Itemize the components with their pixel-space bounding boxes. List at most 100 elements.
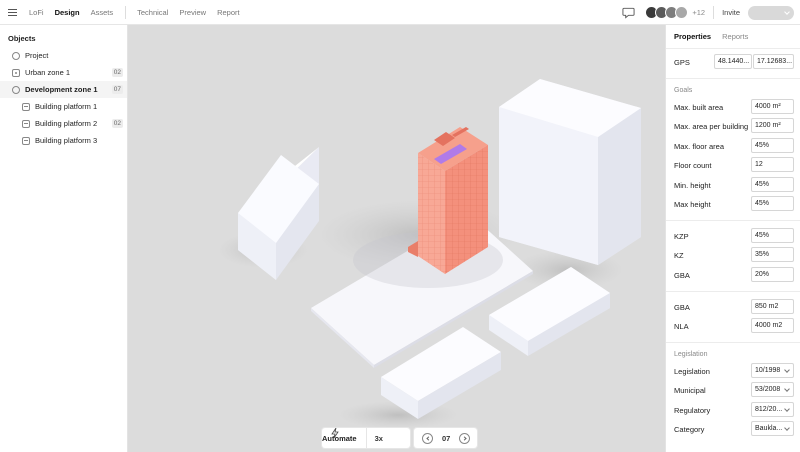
tab-technical[interactable]: Technical: [137, 8, 168, 17]
property-row-regulatory: Regulatory 812/20...: [666, 401, 800, 418]
comment-icon[interactable]: [622, 6, 635, 19]
topbar-actions: +12 Invite: [622, 0, 794, 25]
property-row-nla: NLA 4000 m2: [666, 318, 800, 334]
properties-panel: Properties Reports GPS 48.1440... 17.126…: [665, 25, 800, 452]
property-row-min-height: Min. height 45%: [666, 176, 800, 193]
automate-button[interactable]: Automate: [322, 434, 357, 443]
tree-item-label: Urban zone 1: [25, 68, 71, 77]
scene-render[interactable]: [128, 25, 665, 452]
property-input[interactable]: 4000 m²: [751, 99, 794, 114]
circle-icon: [12, 51, 20, 60]
property-row-legislation: Legislation 10/1998: [666, 363, 800, 379]
property-label: Max. area per building: [674, 122, 749, 132]
property-input[interactable]: 12: [751, 157, 794, 173]
property-row-max-area-per-building: Max. area per building 1200 m²: [666, 118, 800, 134]
tree-item-label: Building platform 1: [35, 102, 98, 111]
property-label: Min. height: [674, 180, 711, 190]
chevron-left-icon: [425, 435, 431, 441]
property-label: Max. built area: [674, 103, 724, 112]
gps-label: GPS: [674, 58, 690, 67]
share-dropdown-button[interactable]: [748, 5, 794, 20]
previous-step-button[interactable]: [422, 432, 433, 444]
invite-button[interactable]: Invite: [722, 8, 740, 17]
property-input[interactable]: 45%: [751, 196, 794, 211]
tree-item-label: Building platform 2: [35, 119, 98, 128]
property-select[interactable]: Baukla...: [751, 421, 794, 437]
gps-longitude-field[interactable]: 17.12683...: [753, 54, 794, 69]
property-select[interactable]: 812/20...: [751, 401, 794, 417]
tab-lofi[interactable]: LoFi: [29, 8, 44, 17]
chevron-right-icon: [462, 435, 467, 441]
properties-tabs: Properties Reports: [666, 25, 800, 49]
property-input[interactable]: 45%: [751, 176, 794, 192]
avatar[interactable]: [675, 6, 689, 19]
property-label: GBA: [674, 270, 690, 280]
property-label: Regulatory: [674, 405, 711, 415]
property-input[interactable]: 45%: [751, 228, 794, 243]
objects-panel: Objects Project Urban zone 1 02 Development…: [0, 25, 128, 452]
automate-toolbar: Automate 3x: [322, 428, 410, 448]
property-input[interactable]: 850 m2: [751, 299, 794, 314]
property-select[interactable]: 53/2008: [751, 382, 794, 398]
property-label: Max height: [674, 200, 711, 209]
circle-icon: [12, 85, 20, 94]
speed-selector[interactable]: 3x: [375, 434, 383, 443]
more-collaborators-count[interactable]: +12: [692, 8, 705, 17]
platform-icon: [22, 119, 30, 128]
count-badge: 02: [111, 119, 123, 128]
property-row-floor-count: Floor count 12: [666, 157, 800, 173]
property-row-kzp: KZP 45%: [666, 228, 800, 244]
property-row-max-height: Max height 45%: [666, 196, 800, 212]
property-input[interactable]: 45%: [751, 137, 794, 153]
objects-title: Objects: [8, 34, 36, 43]
collaborator-avatars[interactable]: [645, 6, 689, 19]
tab-assets[interactable]: Assets: [91, 8, 114, 17]
lightning-icon[interactable]: [331, 428, 339, 438]
divider: [365, 428, 367, 448]
property-label: Max. floor area: [674, 141, 725, 151]
property-row-municipal: Municipal 53/2008: [666, 382, 800, 398]
object-tree: Project Urban zone 1 02 Development zone 1 0…: [0, 47, 127, 149]
property-input[interactable]: 20%: [751, 266, 794, 282]
step-counter: 07: [442, 433, 451, 443]
property-label: Category: [674, 425, 705, 435]
property-label: Floor count: [674, 161, 712, 171]
tower-building[interactable]: [408, 127, 488, 274]
goals-heading: Goals: [674, 87, 693, 94]
property-row-gba: GBA 850 m2: [666, 299, 800, 315]
menu-icon[interactable]: [8, 8, 17, 16]
property-label: NLA: [674, 322, 689, 332]
property-row-gba: GBA 20%: [666, 266, 800, 283]
divider: [666, 291, 800, 292]
property-input[interactable]: 35%: [751, 247, 794, 263]
gps-latitude-field[interactable]: 48.1440...: [714, 54, 752, 69]
tree-item-building-platform-2[interactable]: Building platform 2 02: [0, 115, 127, 132]
property-row-max-floor-area: Max. floor area 45%: [666, 137, 800, 154]
3d-viewport[interactable]: Automate 3x 07: [128, 25, 665, 452]
top-bar: LoFi Design Assets Technical Preview Rep…: [0, 0, 800, 25]
count-badge: 07: [111, 85, 123, 94]
tab-reports[interactable]: Reports: [722, 32, 748, 41]
property-row-category: Category Baukla...: [666, 421, 800, 437]
chevron-down-icon: [784, 8, 790, 15]
tree-item-building-platform-1[interactable]: Building platform 1: [0, 98, 127, 115]
tab-report[interactable]: Report: [217, 8, 240, 17]
next-step-button[interactable]: [459, 432, 471, 444]
property-row-kz: KZ 35%: [666, 247, 800, 263]
tab-preview[interactable]: Preview: [179, 8, 206, 17]
property-input[interactable]: 1200 m²: [751, 118, 794, 134]
property-label: Legislation: [674, 367, 710, 376]
divider: [666, 220, 800, 221]
platform-icon: [22, 136, 30, 145]
tree-item-urban-zone-1[interactable]: Urban zone 1 02: [0, 64, 127, 81]
tab-properties[interactable]: Properties: [674, 32, 711, 41]
property-input[interactable]: 4000 m2: [751, 318, 794, 334]
tree-item-label: Development zone 1: [25, 85, 98, 94]
property-select[interactable]: 10/1998: [751, 363, 794, 378]
divider: [666, 342, 800, 343]
tree-item-project[interactable]: Project: [0, 47, 127, 64]
tree-item-development-zone-1[interactable]: Development zone 1 07: [0, 81, 127, 98]
tree-item-building-platform-3[interactable]: Building platform 3: [0, 132, 127, 149]
tab-design[interactable]: Design: [55, 8, 80, 17]
property-label: KZP: [674, 232, 689, 241]
